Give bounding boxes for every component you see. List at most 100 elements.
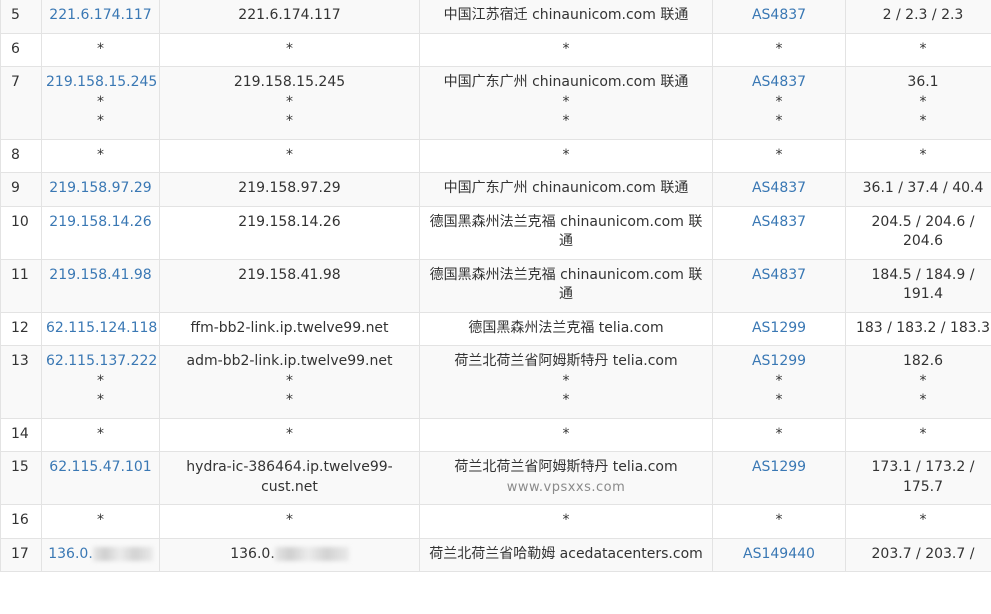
ip-link[interactable]: 62.115.137.222 [46,352,157,372]
redacted-block [92,546,153,561]
hop-number: 11 [0,258,42,313]
hop-asn-text: * [775,512,783,528]
hop-hostname-cell: 136.0. [159,537,420,572]
hop-asn-text: * [775,40,783,57]
hop-number: 5 [0,0,42,34]
hop-hostname-cell: ffm-bb2-link.ip.twelve99.net [159,311,420,346]
hop-latency-text: 203.7 / 203.7 / [871,545,975,562]
hop-location-text: 荷兰北荷兰省阿姆斯特丹 telia.com [454,459,678,475]
hop-latency-cell: 2 / 2.3 / 2.3 [845,0,991,34]
hop-ip-cell: 62.115.47.101 [41,451,160,505]
hop-hostname-text: 219.158.15.245 [233,74,346,90]
hop-asn-text: * [775,146,783,163]
asn-link[interactable]: AS1299 [717,458,841,478]
hop-latency-cell: 182.6 * * [845,345,991,419]
hop-location-text: 中国广东广州 chinaunicom.com 联通 [443,180,689,196]
hop-latency-cell: 36.1 * * [845,66,991,140]
table-row: 13 62.115.137.222 * * adm-bb2-link.ip.twelve… [0,345,991,419]
ip-link[interactable]: 136.0. [48,546,93,562]
hop-ip-text: * [97,93,104,110]
hop-asn-cell: * [712,32,846,67]
asn-link[interactable]: AS4837 [717,213,841,233]
hop-asn-text: * [775,392,783,408]
hop-location-cell: 荷兰北荷兰省阿姆斯特丹 telia.com www.vpsxxs.com [419,451,713,505]
traceroute-results: 5 221.6.174.117 221.6.174.117 中国江苏宿迁 chinau… [0,0,991,572]
hop-hostname-cell: 219.158.14.26 [159,205,420,260]
hop-ip-text: * [97,372,104,389]
hop-hostname-text: 136.0. [230,545,275,562]
ip-link[interactable]: 219.158.14.26 [46,213,155,233]
hop-location-text: * [562,512,570,528]
hop-number: 10 [0,205,42,260]
hop-location-text: 德国黑森州法兰克福 chinaunicom.com 联通 [429,213,703,250]
ip-link[interactable]: 62.115.47.101 [46,458,155,478]
hop-latency-text: 36.1 [907,74,939,90]
hop-location-text: 中国广东广州 chinaunicom.com 联通 [443,74,689,90]
asn-link[interactable]: AS4837 [717,6,841,26]
hop-ip-cell: 219.158.97.29 [41,172,160,207]
table-row: 10 219.158.14.26 219.158.14.26 德国黑森州法兰克福 ch… [0,205,991,260]
hop-location-cell: * [419,32,713,67]
hop-asn-cell: AS1299 [712,451,846,505]
ip-link[interactable]: 221.6.174.117 [46,6,155,26]
hop-hostname-text: 219.158.41.98 [238,266,341,283]
hop-asn-text: * [775,113,783,129]
hop-location-cell: 德国黑森州法兰克福 telia.com [419,311,713,346]
asn-link[interactable]: AS4837 [717,266,841,286]
asn-link[interactable]: AS1299 [717,352,841,372]
hop-number: 9 [0,172,42,207]
hop-number: 17 [0,537,42,572]
asn-link[interactable]: AS1299 [717,319,841,339]
ip-link[interactable]: 219.158.41.98 [46,266,155,286]
hop-location-cell: 荷兰北荷兰省阿姆斯特丹 telia.com * * [419,345,713,419]
hop-asn-text: * [775,425,783,442]
hop-hostname-cell: hydra-ic-386464.ip.twelve99-cust.net [159,451,420,505]
hop-asn-cell: AS4837 [712,205,846,260]
table-row: 6 * * * * * [0,32,991,67]
asn-link[interactable]: AS4837 [717,179,841,199]
hop-number: 14 [0,417,42,452]
hop-ip-text: * [97,512,104,528]
asn-link[interactable]: AS4837 [717,73,841,93]
hop-ip-text: * [97,113,104,129]
hop-hostname-cell: * [159,417,420,452]
ip-link[interactable]: 62.115.124.118 [46,319,157,339]
hop-hostname-text: * [286,392,293,408]
hop-hostname-text: * [286,146,293,163]
hop-latency-cell: 203.7 / 203.7 / [845,537,991,572]
hop-number: 15 [0,451,42,505]
hop-hostname-text: * [286,425,293,442]
hop-ip-cell: 219.158.14.26 [41,205,160,260]
table-row: 11 219.158.41.98 219.158.41.98 德国黑森州法兰克福 ch… [0,258,991,313]
hop-latency-text: * [919,113,927,129]
hop-hostname-cell: adm-bb2-link.ip.twelve99.net * * [159,345,420,419]
hop-asn-cell: AS4837 [712,258,846,313]
hop-hostname-cell: 219.158.41.98 [159,258,420,313]
hop-ip-redacted: 136.0. [46,545,155,565]
hop-ip-text: * [97,425,104,442]
traceroute-table: 5 221.6.174.117 221.6.174.117 中国江苏宿迁 chinau… [0,0,991,572]
hop-asn-cell: * [712,138,846,173]
table-row: 8 * * * * * [0,138,991,173]
hop-number: 6 [0,32,42,67]
hop-location-text: * [562,372,570,389]
hop-hostname-cell: 219.158.97.29 [159,172,420,207]
hop-hostname-text: * [286,372,293,389]
hop-latency-text: 173.1 / 173.2 / 175.7 [871,459,975,495]
hop-asn-cell: AS1299 [712,311,846,346]
hop-location-text: * [562,146,570,163]
hop-latency-cell: * [845,32,991,67]
ip-link[interactable]: 219.158.97.29 [46,179,155,199]
watermark-text: www.vpsxxs.com [506,479,626,495]
hop-location-text: 荷兰北荷兰省哈勒姆 acedatacenters.com [429,545,703,562]
ip-link[interactable]: 219.158.15.245 [46,73,157,93]
hop-latency-cell: 173.1 / 173.2 / 175.7 [845,451,991,505]
hop-location-cell: 德国黑森州法兰克福 chinaunicom.com 联通 [419,205,713,260]
hop-hostname-cell: 219.158.15.245 * * [159,66,420,140]
asn-link[interactable]: AS149440 [717,545,841,565]
hop-latency-text: * [919,372,927,389]
table-row: 14 * * * * * [0,417,991,452]
hop-asn-cell: AS4837 [712,172,846,207]
hop-number: 16 [0,504,42,539]
hop-location-cell: 中国广东广州 chinaunicom.com 联通 * * [419,66,713,140]
